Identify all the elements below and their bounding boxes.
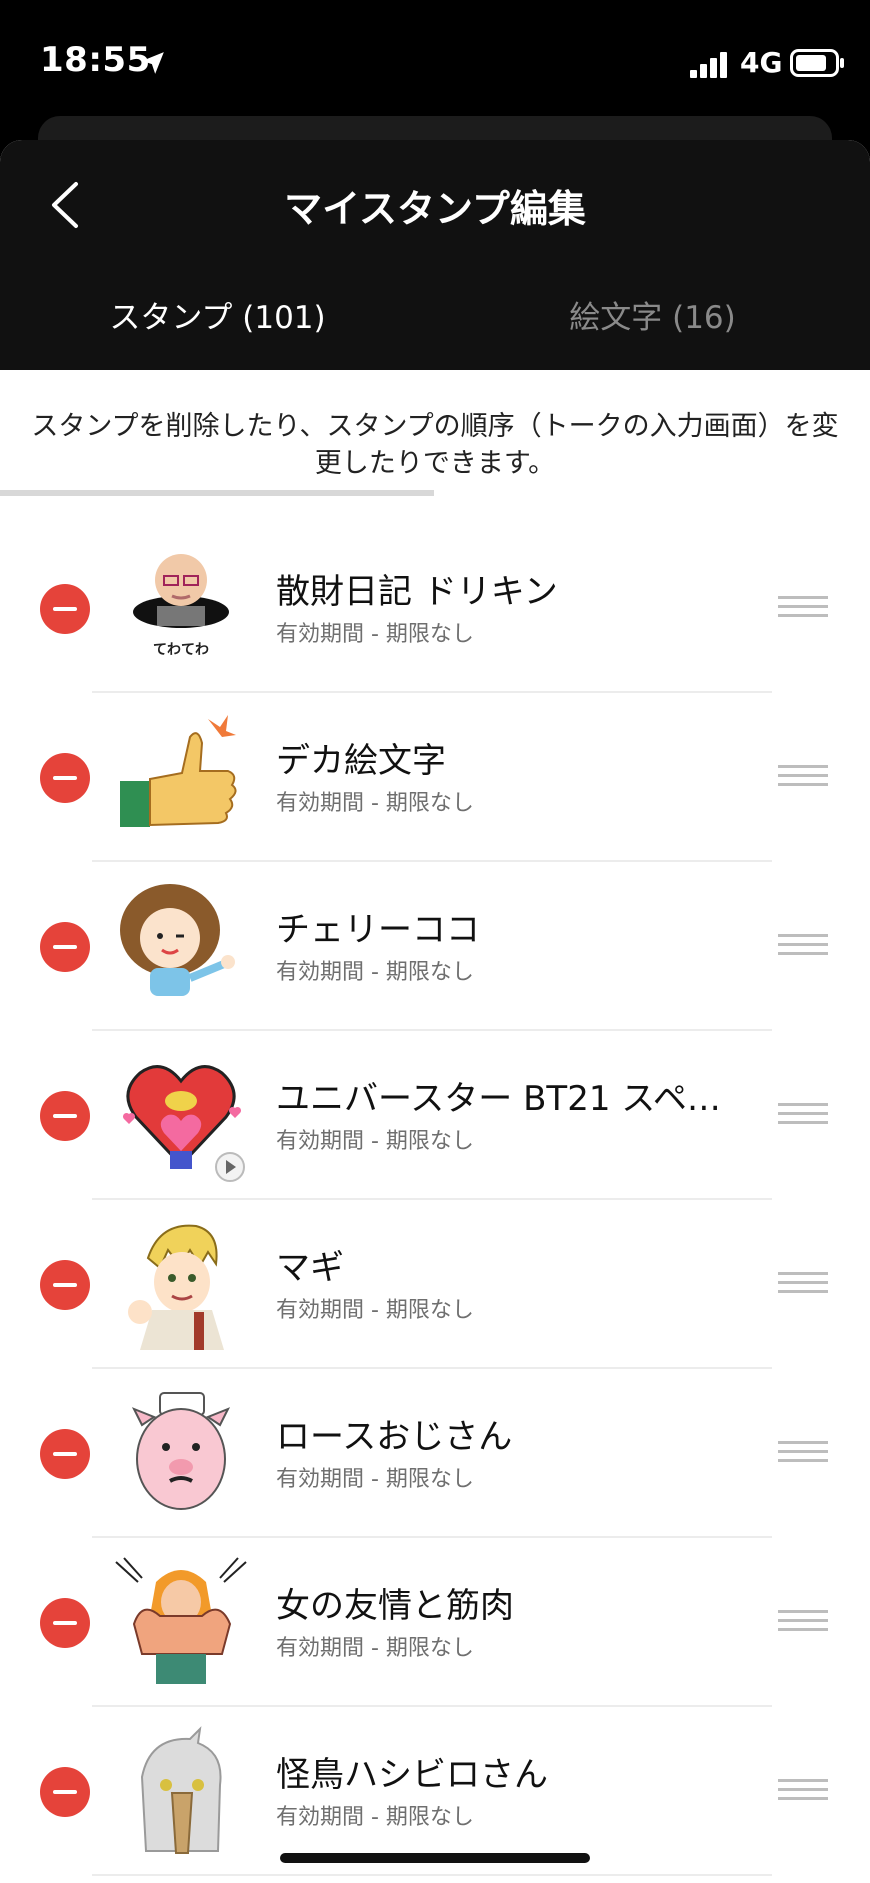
sticker-list: てわてわ 散財日記 ドリキン 有効期間 - 期限なし デカ絵文字 有効期間 - … <box>0 524 870 1876</box>
description-text: スタンプを削除したり、スタンプの順序（トークの入力画面）を変更したりできます。 <box>31 411 839 479</box>
sticker-validity: 有効期間 - 期限なし <box>276 791 474 816</box>
sticker-title: ユニバースター BT21 スペ… <box>276 1079 721 1119</box>
sticker-validity: 有効期間 - 期限なし <box>276 1805 474 1830</box>
sticker-validity: 有効期間 - 期限なし <box>276 1467 474 1492</box>
location-arrow-icon <box>142 52 164 74</box>
network-type: 4G <box>740 46 783 79</box>
list-item: ユニバースター BT21 スペ… 有効期間 - 期限なし <box>0 1031 870 1200</box>
list-item: マギ 有効期間 - 期限なし <box>0 1200 870 1369</box>
sticker-title: 怪鳥ハシビロさん <box>276 1755 548 1795</box>
home-indicator <box>280 1853 590 1863</box>
divider <box>92 1874 772 1876</box>
drag-handle[interactable] <box>778 1272 828 1300</box>
sticker-title: チェリーココ <box>276 910 480 950</box>
sticker-validity: 有効期間 - 期限なし <box>276 1636 474 1661</box>
delete-button[interactable] <box>40 1767 90 1817</box>
list-item: ロースおじさん 有効期間 - 期限なし <box>0 1369 870 1538</box>
tab-stickers[interactable]: スタンプ (101) <box>0 268 435 370</box>
drag-handle[interactable] <box>778 765 828 793</box>
sticker-thumbnail <box>112 1047 250 1185</box>
list-item: 女の友情と筋肉 有効期間 - 期限なし <box>0 1538 870 1707</box>
sticker-thumbnail <box>112 1723 250 1861</box>
sticker-thumbnail: てわてわ <box>112 540 250 678</box>
battery-icon <box>790 49 844 77</box>
delete-button[interactable] <box>40 922 90 972</box>
cellular-signal-icon <box>690 52 727 78</box>
active-tab-indicator <box>0 490 434 496</box>
sticker-title: 散財日記 ドリキン <box>276 572 558 612</box>
status-bar: 18:55 4G <box>0 0 870 120</box>
drag-handle[interactable] <box>778 934 828 962</box>
sticker-validity: 有効期間 - 期限なし <box>276 1129 474 1154</box>
sticker-validity: 有効期間 - 期限なし <box>276 622 474 647</box>
delete-button[interactable] <box>40 1091 90 1141</box>
nav-bar: マイスタンプ編集 <box>0 140 870 269</box>
edit-sheet: マイスタンプ編集 スタンプ (101) 絵文字 (16) スタンプを削除したり、… <box>0 140 870 1883</box>
sticker-thumbnail <box>112 709 250 847</box>
tab-emoji[interactable]: 絵文字 (16) <box>435 268 870 370</box>
list-item: 怪鳥ハシビロさん 有効期間 - 期限なし <box>0 1707 870 1876</box>
sticker-thumbnail <box>112 1216 250 1354</box>
sticker-thumbnail <box>112 878 250 1016</box>
list-item: てわてわ 散財日記 ドリキン 有効期間 - 期限なし <box>0 524 870 693</box>
sticker-thumbnail <box>112 1554 250 1692</box>
list-item: チェリーココ 有効期間 - 期限なし <box>0 862 870 1031</box>
drag-handle[interactable] <box>778 1441 828 1469</box>
delete-button[interactable] <box>40 1429 90 1479</box>
sticker-title: デカ絵文字 <box>276 741 446 781</box>
list-item: デカ絵文字 有効期間 - 期限なし <box>0 693 870 862</box>
tab-bar: スタンプ (101) 絵文字 (16) <box>0 268 870 496</box>
drag-handle[interactable] <box>778 596 828 624</box>
delete-button[interactable] <box>40 584 90 634</box>
drag-handle[interactable] <box>778 1779 828 1807</box>
sticker-validity: 有効期間 - 期限なし <box>276 1298 474 1323</box>
delete-button[interactable] <box>40 1598 90 1648</box>
delete-button[interactable] <box>40 1260 90 1310</box>
thumb-caption: てわてわ <box>153 642 209 658</box>
status-time: 18:55 <box>40 40 151 80</box>
sticker-thumbnail <box>112 1385 250 1523</box>
sticker-title: ロースおじさん <box>276 1417 513 1457</box>
sticker-title: 女の友情と筋肉 <box>276 1586 514 1626</box>
sticker-validity: 有効期間 - 期限なし <box>276 960 474 985</box>
sticker-title: マギ <box>276 1248 344 1288</box>
drag-handle[interactable] <box>778 1610 828 1638</box>
page-title: マイスタンプ編集 <box>284 187 586 231</box>
delete-button[interactable] <box>40 753 90 803</box>
drag-handle[interactable] <box>778 1103 828 1131</box>
